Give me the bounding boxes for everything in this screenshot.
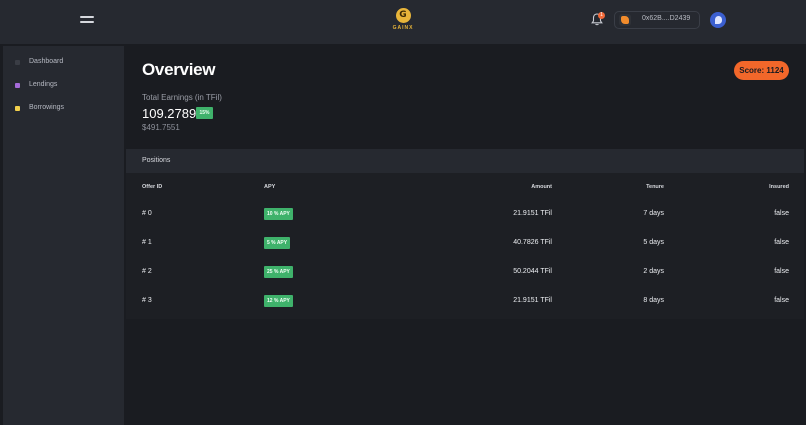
metamask-fox-icon	[619, 14, 631, 26]
sidebar-item-label: Lendings	[29, 81, 58, 88]
earnings-value: 109.2789	[142, 106, 197, 121]
amount-cell: 21.9151 TFil	[513, 297, 552, 304]
column-header-amount[interactable]: Amount	[522, 184, 552, 190]
tenure-cell: 2 days	[643, 268, 664, 275]
earnings-usd-value: $491.7551	[142, 123, 180, 132]
wallet-button[interactable]: 0x62B....D2439	[614, 11, 700, 29]
amount-cell: 40.7826 TFil	[513, 239, 552, 246]
score-badge[interactable]: Score: 1124	[734, 61, 789, 80]
positions-header: Positions	[126, 149, 804, 173]
sidebar-item-lendings[interactable]: Lendings	[3, 77, 124, 95]
wallet-address: 0x62B....D2439	[642, 15, 691, 22]
dashboard-dot-icon	[15, 60, 20, 65]
amount-cell: 21.9151 TFil	[513, 210, 552, 217]
insured-cell: false	[774, 210, 789, 217]
insured-cell: false	[774, 268, 789, 275]
table-row[interactable]: # 2 25 % APY 50.2044 TFil 2 days false	[126, 258, 804, 287]
tenure-cell: 5 days	[643, 239, 664, 246]
sidebar-item-borrowings[interactable]: Borrowings	[3, 100, 124, 118]
main-content: Overview Score: 1124 Total Earnings (in …	[126, 46, 806, 425]
insured-cell: false	[774, 239, 789, 246]
tenure-cell: 8 days	[643, 297, 664, 304]
table-row[interactable]: # 0 10 % APY 21.9151 TFil 7 days false	[126, 200, 804, 229]
table-row[interactable]: # 3 12 % APY 21.9151 TFil 8 days false	[126, 287, 804, 316]
menu-icon[interactable]	[80, 15, 94, 25]
app-logo[interactable]: G GAINX	[391, 8, 415, 34]
sidebar: Dashboard Lendings Borrowings	[3, 46, 124, 425]
earnings-percent-badge: 15%	[196, 107, 213, 119]
lendings-dot-icon	[15, 83, 20, 88]
apy-badge: 25 % APY	[264, 266, 293, 278]
amount-cell: 50.2044 TFil	[513, 268, 552, 275]
page-title: Overview	[142, 60, 216, 79]
earnings-label: Total Earnings (in TFil)	[142, 93, 222, 102]
apy-badge: 10 % APY	[264, 208, 293, 220]
logo-text: GAINX	[392, 25, 414, 31]
offer-id-cell: # 3	[142, 297, 152, 304]
sidebar-item-label: Borrowings	[29, 104, 65, 111]
positions-title: Positions	[142, 157, 171, 164]
table-row[interactable]: # 1 5 % APY 40.7826 TFil 5 days false	[126, 229, 804, 258]
apy-badge: 12 % APY	[264, 295, 293, 307]
tenure-cell: 7 days	[643, 210, 664, 217]
logo-coin-icon: G	[395, 8, 411, 23]
sidebar-item-dashboard[interactable]: Dashboard	[3, 54, 124, 72]
column-header-offer-id[interactable]: Offer ID	[142, 184, 162, 190]
offer-id-cell: # 2	[142, 268, 152, 275]
offer-id-cell: # 1	[142, 239, 152, 246]
top-bar: G GAINX 1 0x62B....D2439	[0, 0, 806, 44]
insured-cell: false	[774, 297, 789, 304]
offer-id-cell: # 0	[142, 210, 152, 217]
positions-table: Offer ID APY Amount Tenure Insured # 0 1…	[126, 173, 804, 319]
notification-count-badge: 1	[598, 12, 605, 19]
column-header-tenure[interactable]: Tenure	[634, 184, 664, 190]
apy-badge: 5 % APY	[264, 237, 291, 249]
avatar[interactable]	[710, 12, 726, 28]
column-header-apy[interactable]: APY	[264, 184, 275, 190]
borrowings-dot-icon	[15, 106, 20, 111]
sidebar-item-label: Dashboard	[29, 58, 64, 65]
column-header-insured[interactable]: Insured	[759, 184, 789, 190]
